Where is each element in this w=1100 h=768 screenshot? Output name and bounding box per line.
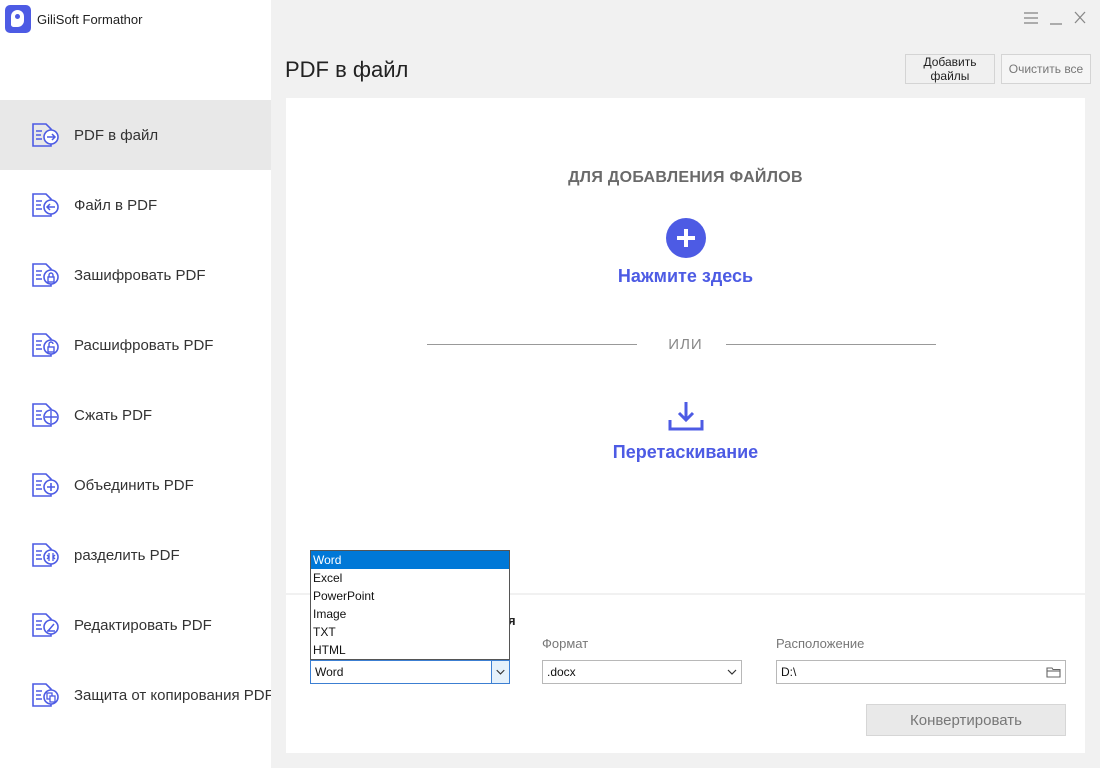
divider-right bbox=[726, 344, 936, 345]
drag-drop-icon bbox=[668, 402, 704, 431]
sidebar-item-label: Сжать PDF bbox=[74, 406, 153, 424]
split-pdf-icon bbox=[32, 543, 59, 567]
app-logo-icon bbox=[5, 5, 31, 33]
chevron-down-icon[interactable] bbox=[491, 661, 509, 683]
format-value: .docx bbox=[547, 665, 576, 679]
or-separator: ИЛИ bbox=[668, 336, 703, 353]
minimize-icon[interactable] bbox=[1047, 8, 1065, 28]
dropdown-option-html[interactable]: HTML bbox=[311, 641, 509, 659]
sidebar-item-label: Зашифровать PDF bbox=[74, 266, 206, 284]
location-value: D:\ bbox=[781, 665, 797, 679]
dropdown-option-excel[interactable]: Excel bbox=[311, 569, 509, 587]
file-drop-area[interactable]: ДЛЯ ДОБАВЛЕНИЯ ФАЙЛОВ Нажмите здесь ИЛИ … bbox=[286, 98, 1085, 593]
output-type-dropdown-list: Word Excel PowerPoint Image TXT HTML bbox=[310, 550, 510, 660]
encrypt-pdf-icon bbox=[32, 263, 59, 287]
dropdown-option-txt[interactable]: TXT bbox=[311, 623, 509, 641]
sidebar: GiliSoft Formathor PDF в файл Файл в PDF… bbox=[0, 0, 271, 768]
add-files-button[interactable]: Добавить файлы bbox=[905, 54, 995, 84]
app-title: GiliSoft Formathor bbox=[37, 11, 143, 27]
folder-icon[interactable] bbox=[1043, 661, 1065, 683]
sidebar-item-decrypt-pdf[interactable]: Расшифровать PDF bbox=[0, 310, 271, 380]
sidebar-item-label: Защита от копирования PDF bbox=[74, 686, 271, 704]
clear-all-button[interactable]: Очистить все bbox=[1001, 54, 1091, 84]
location-field[interactable]: D:\ bbox=[776, 660, 1066, 684]
convert-button[interactable]: Конвертировать bbox=[866, 704, 1066, 736]
drop-heading: ДЛЯ ДОБАВЛЕНИЯ ФАЙЛОВ bbox=[568, 169, 803, 186]
add-plus-icon[interactable] bbox=[666, 218, 706, 258]
copy-protect-pdf-icon bbox=[32, 683, 59, 707]
sidebar-item-label: разделить PDF bbox=[74, 546, 180, 564]
sidebar-nav: PDF в файл Файл в PDF Зашифровать PDF Ра… bbox=[0, 100, 271, 730]
close-icon[interactable] bbox=[1071, 8, 1089, 28]
sidebar-item-copy-protect-pdf[interactable]: Защита от копирования PDF bbox=[0, 660, 271, 730]
sidebar-item-label: PDF в файл bbox=[74, 126, 159, 144]
decrypt-pdf-icon bbox=[32, 333, 59, 357]
sidebar-item-label: Объединить PDF bbox=[74, 476, 194, 494]
drag-drop-label: Перетаскивание bbox=[612, 442, 759, 462]
output-type-value: Word bbox=[315, 665, 344, 679]
sidebar-item-merge-pdf[interactable]: Объединить PDF bbox=[0, 450, 271, 520]
app-brand: GiliSoft Formathor bbox=[5, 5, 142, 33]
click-here-link[interactable]: Нажмите здесь bbox=[286, 266, 1085, 287]
output-type-select[interactable]: Word bbox=[310, 660, 510, 684]
sidebar-item-pdf-to-file[interactable]: PDF в файл bbox=[0, 100, 271, 170]
sidebar-item-edit-pdf[interactable]: Редактировать PDF bbox=[0, 590, 271, 660]
pdf-to-file-icon bbox=[32, 123, 59, 147]
hamburger-icon[interactable] bbox=[1022, 8, 1040, 28]
sidebar-item-compress-pdf[interactable]: Сжать PDF bbox=[0, 380, 271, 450]
sidebar-item-encrypt-pdf[interactable]: Зашифровать PDF bbox=[0, 240, 271, 310]
sidebar-item-label: Редактировать PDF bbox=[74, 616, 212, 634]
file-to-pdf-icon bbox=[32, 193, 59, 217]
chevron-down-icon[interactable] bbox=[723, 661, 741, 683]
sidebar-item-label: Расшифровать PDF bbox=[74, 336, 214, 354]
format-label: Формат bbox=[542, 636, 589, 651]
merge-pdf-icon bbox=[32, 473, 59, 497]
page-title: PDF в файл bbox=[285, 57, 409, 82]
edit-pdf-icon bbox=[32, 613, 59, 637]
format-select[interactable]: .docx bbox=[542, 660, 742, 684]
compress-pdf-icon bbox=[32, 403, 59, 427]
dropdown-option-word[interactable]: Word bbox=[311, 551, 509, 569]
sidebar-item-file-to-pdf[interactable]: Файл в PDF bbox=[0, 170, 271, 240]
location-label: Расположение bbox=[776, 636, 865, 651]
dropdown-option-powerpoint[interactable]: PowerPoint bbox=[311, 587, 509, 605]
sidebar-item-label: Файл в PDF bbox=[74, 196, 158, 214]
sidebar-item-split-pdf[interactable]: разделить PDF bbox=[0, 520, 271, 590]
dropdown-option-image[interactable]: Image bbox=[311, 605, 509, 623]
